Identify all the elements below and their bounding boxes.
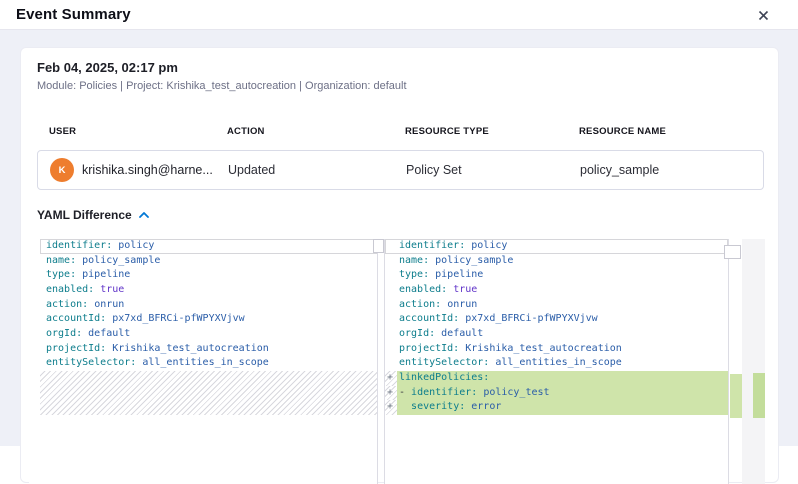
close-button[interactable] [752, 4, 774, 26]
diff-line: orgId: default [385, 327, 728, 342]
user-email: krishika.singh@harne... [82, 163, 213, 177]
column-header-resource-type: RESOURCE TYPE [405, 126, 579, 137]
yaml-diff-original-pane[interactable]: identifier: policyname: policy_sampletyp… [29, 239, 378, 484]
left-scrollbar-thumb[interactable] [373, 239, 384, 253]
diff-line: identifier: policy [385, 239, 728, 254]
diff-line: accountId: px7xd_BFRCi-pfWPYXVjvw [29, 312, 377, 327]
overview-added-marker [753, 373, 765, 418]
diff-line: entitySelector: all_entities_in_scope [385, 356, 728, 371]
diff-add-marker: + [385, 400, 397, 415]
chevron-up-icon [139, 212, 149, 218]
overview-ruler[interactable] [742, 239, 765, 484]
diff-line: identifier: policy [29, 239, 377, 254]
right-scrollbar-thumb[interactable] [724, 245, 741, 259]
diff-line: name: policy_sample [29, 254, 377, 269]
table-row[interactable]: K krishika.singh@harne... Updated Policy… [37, 150, 764, 190]
diff-line: projectId: Krishika_test_autocreation [29, 342, 377, 357]
close-icon [758, 10, 769, 21]
yaml-diff-modified-pane[interactable]: identifier: policyname: policy_sampletyp… [384, 239, 729, 484]
yaml-difference-toggle[interactable]: YAML Difference [37, 208, 149, 222]
action-value: Updated [228, 163, 406, 177]
diff-line: type: pipeline [29, 268, 377, 283]
diff-line: projectId: Krishika_test_autocreation [385, 342, 728, 357]
column-header-resource-name: RESOURCE NAME [579, 126, 752, 137]
audit-table-header: USER ACTION RESOURCE TYPE RESOURCE NAME [37, 126, 764, 137]
diff-line: entitySelector: all_entities_in_scope [29, 356, 377, 371]
yaml-diff-editor: identifier: policyname: policy_sampletyp… [29, 239, 765, 484]
diff-line-added: +linkedPolicies: [385, 371, 728, 386]
diff-add-marker: + [385, 386, 397, 401]
event-meta: Module: Policies | Project: Krishika_tes… [37, 80, 407, 92]
diff-line: orgId: default [29, 327, 377, 342]
column-header-user: USER [49, 126, 227, 137]
modal-body: Feb 04, 2025, 02:17 pm Module: Policies … [0, 30, 798, 446]
resource-type-value: Policy Set [406, 163, 580, 177]
column-header-action: ACTION [227, 126, 405, 137]
diff-line: type: pipeline [385, 268, 728, 283]
diff-line-added: +- identifier: policy_test [385, 386, 728, 401]
diff-hidden-lines-placeholder [40, 371, 377, 415]
diff-line-added: + severity: error [385, 400, 728, 415]
modal-header: Event Summary [0, 0, 798, 30]
resource-name-value: policy_sample [580, 163, 751, 177]
scrollbar-added-decoration [730, 374, 742, 418]
diff-line: enabled: true [385, 283, 728, 298]
event-timestamp: Feb 04, 2025, 02:17 pm [37, 60, 178, 75]
diff-line: action: onrun [385, 298, 728, 313]
diff-line: action: onrun [29, 298, 377, 313]
user-cell: K krishika.singh@harne... [50, 158, 228, 182]
diff-line: accountId: px7xd_BFRCi-pfWPYXVjvw [385, 312, 728, 327]
avatar: K [50, 158, 74, 182]
page-title: Event Summary [16, 6, 131, 23]
diff-add-marker: + [385, 371, 397, 386]
yaml-difference-label: YAML Difference [37, 208, 132, 222]
event-card: Feb 04, 2025, 02:17 pm Module: Policies … [20, 47, 779, 483]
diff-line: name: policy_sample [385, 254, 728, 269]
diff-line: enabled: true [29, 283, 377, 298]
